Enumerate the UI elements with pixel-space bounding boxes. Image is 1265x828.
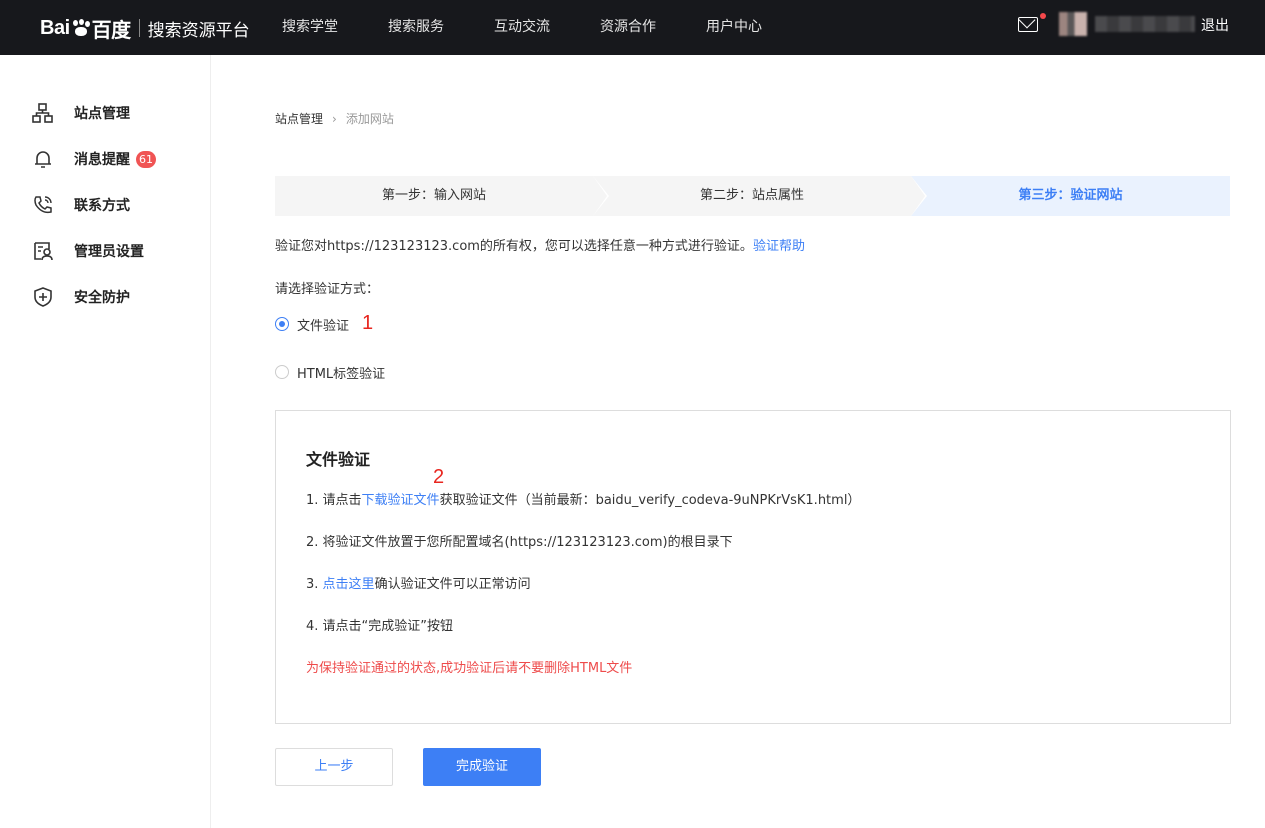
- chevron-right-icon: ›: [332, 111, 337, 126]
- sidebar-item-site-management[interactable]: 站点管理: [32, 102, 130, 124]
- radio-label: 文件验证: [297, 318, 350, 334]
- radio-file-verify[interactable]: 文件验证: [275, 314, 349, 334]
- radio-label: HTML标签验证: [297, 366, 386, 382]
- sidebar-item-admin-settings[interactable]: 管理员设置: [32, 240, 144, 262]
- logo-divider: [138, 19, 140, 37]
- instruction-step-1: 1. 请点击下载验证文件获取验证文件（当前最新：baidu_verify_cod…: [306, 493, 861, 508]
- bell-icon: [32, 149, 54, 169]
- sidebar-item-label: 安全防护: [74, 290, 130, 306]
- step-1: 第一步：输入网站: [275, 176, 609, 216]
- radio-button-checked[interactable]: [275, 317, 289, 331]
- radio-button[interactable]: [275, 365, 289, 379]
- annotation-1: 1: [362, 312, 374, 334]
- step-label: 第一步：输入网站: [381, 188, 486, 203]
- radio-html-tag-verify[interactable]: HTML标签验证: [275, 362, 385, 382]
- step-2: 第二步：站点属性: [593, 176, 927, 216]
- breadcrumb-site-management[interactable]: 站点管理: [275, 110, 323, 127]
- sidebar-item-label: 管理员设置: [74, 244, 144, 260]
- instruction-step-2: 2. 将验证文件放置于您所配置域名(https://123123123.com)…: [306, 535, 733, 550]
- notification-dot: [1040, 13, 1046, 19]
- sidebar: 站点管理 消息提醒 61 联系方式 管理员设置 安全防护: [0, 55, 211, 828]
- annotation-2: 2: [433, 466, 445, 488]
- warning-text: 为保持验证通过的状态,成功验证后请不要删除HTML文件: [306, 661, 633, 676]
- baidu-logo[interactable]: Bai 百度 搜索资源平台: [40, 12, 250, 44]
- panel-title: 文件验证: [306, 450, 371, 469]
- verify-description: 验证您对https://123123123.com的所有权，您可以选择任意一种方…: [275, 239, 805, 254]
- step-label: 第二步：站点属性: [699, 188, 804, 203]
- baidu-logo-text: Bai 百度: [40, 16, 131, 42]
- nav-search-service[interactable]: 搜索服务: [388, 0, 444, 55]
- previous-step-button[interactable]: 上一步: [275, 748, 393, 786]
- top-navbar: Bai 百度 搜索资源平台 搜索学堂 搜索服务 互动交流 资源合作 用户中心 退…: [0, 0, 1265, 55]
- phone-icon: [32, 195, 54, 215]
- breadcrumb-current: 添加网站: [345, 112, 394, 126]
- complete-verify-button[interactable]: 完成验证: [423, 748, 541, 786]
- nav-user-center[interactable]: 用户中心: [706, 0, 762, 55]
- sidebar-item-messages[interactable]: 消息提醒 61: [32, 148, 156, 170]
- choose-method-label: 请选择验证方式：: [275, 282, 380, 297]
- admin-icon: [32, 241, 54, 261]
- instruction-step-3: 3. 点击这里确认验证文件可以正常访问: [306, 577, 531, 592]
- verify-help-link[interactable]: 验证帮助: [753, 239, 805, 254]
- main-nav: 搜索学堂 搜索服务 互动交流 资源合作 用户中心: [282, 0, 812, 55]
- step-indicator: 第一步：输入网站 第二步：站点属性 第三步：验证网站: [275, 176, 1230, 216]
- nav-interaction[interactable]: 互动交流: [494, 0, 550, 55]
- logout-link[interactable]: 退出: [1201, 0, 1229, 52]
- username-blurred[interactable]: [1095, 16, 1195, 32]
- paw-icon: [71, 19, 91, 37]
- instruction-step-4: 4. 请点击“完成验证”按钮: [306, 619, 454, 634]
- sitemap-icon: [32, 103, 54, 123]
- download-verify-file-link[interactable]: 下载验证文件: [362, 493, 440, 508]
- message-count-badge: 61: [136, 150, 156, 168]
- avatar[interactable]: [1059, 12, 1087, 36]
- breadcrumb: 站点管理 › 添加网站: [275, 110, 394, 127]
- sidebar-item-security[interactable]: 安全防护: [32, 286, 130, 308]
- mail-icon[interactable]: [1018, 17, 1038, 32]
- step-label: 第三步：验证网站: [1018, 188, 1123, 203]
- sidebar-item-label: 站点管理: [74, 106, 130, 122]
- click-here-link[interactable]: 点击这里: [323, 577, 375, 592]
- platform-title: 搜索资源平台: [147, 20, 250, 41]
- sidebar-item-contact[interactable]: 联系方式: [32, 194, 130, 216]
- nav-resource-cooperation[interactable]: 资源合作: [600, 0, 656, 55]
- sidebar-item-label: 联系方式: [74, 198, 130, 214]
- nav-search-academy[interactable]: 搜索学堂: [282, 0, 338, 55]
- shield-icon: [32, 287, 54, 307]
- file-verify-panel: 文件验证 2 1. 请点击下载验证文件获取验证文件（当前最新：baidu_ver…: [275, 410, 1231, 724]
- sidebar-item-label: 消息提醒: [74, 152, 130, 168]
- step-3-active: 第三步：验证网站: [911, 176, 1230, 216]
